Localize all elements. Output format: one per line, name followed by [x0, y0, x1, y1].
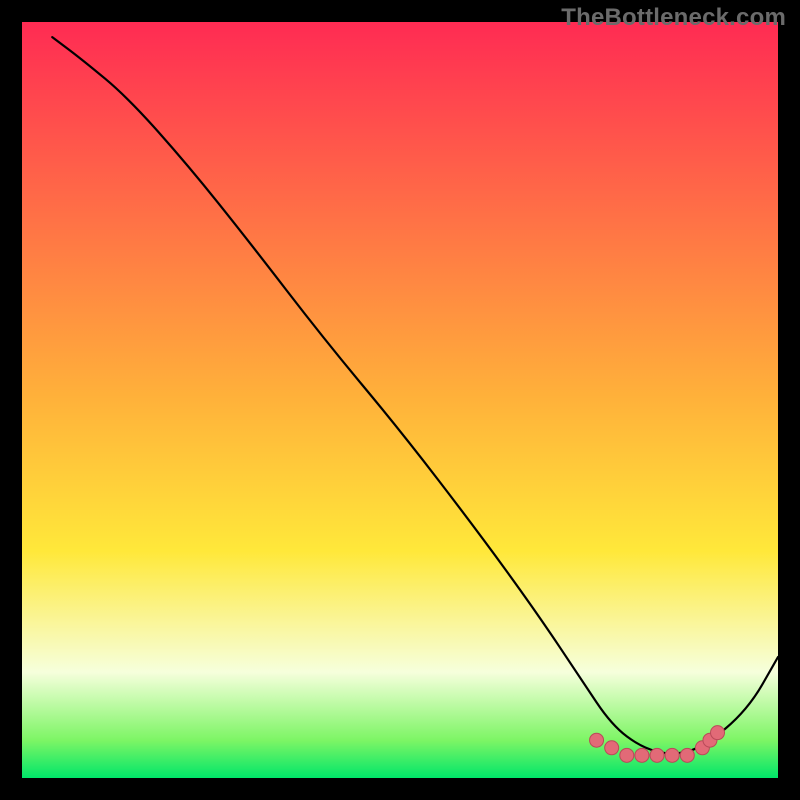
marker-dot	[665, 748, 679, 762]
chart-stage: TheBottleneck.com	[0, 0, 800, 800]
marker-dot	[620, 748, 634, 762]
attribution-text: TheBottleneck.com	[561, 4, 786, 32]
gradient-field	[22, 22, 778, 778]
marker-dot	[590, 733, 604, 747]
chart-svg	[0, 0, 800, 800]
marker-dot	[635, 748, 649, 762]
marker-dot	[605, 741, 619, 755]
marker-dot	[711, 726, 725, 740]
marker-dot	[650, 748, 664, 762]
marker-dot	[680, 748, 694, 762]
